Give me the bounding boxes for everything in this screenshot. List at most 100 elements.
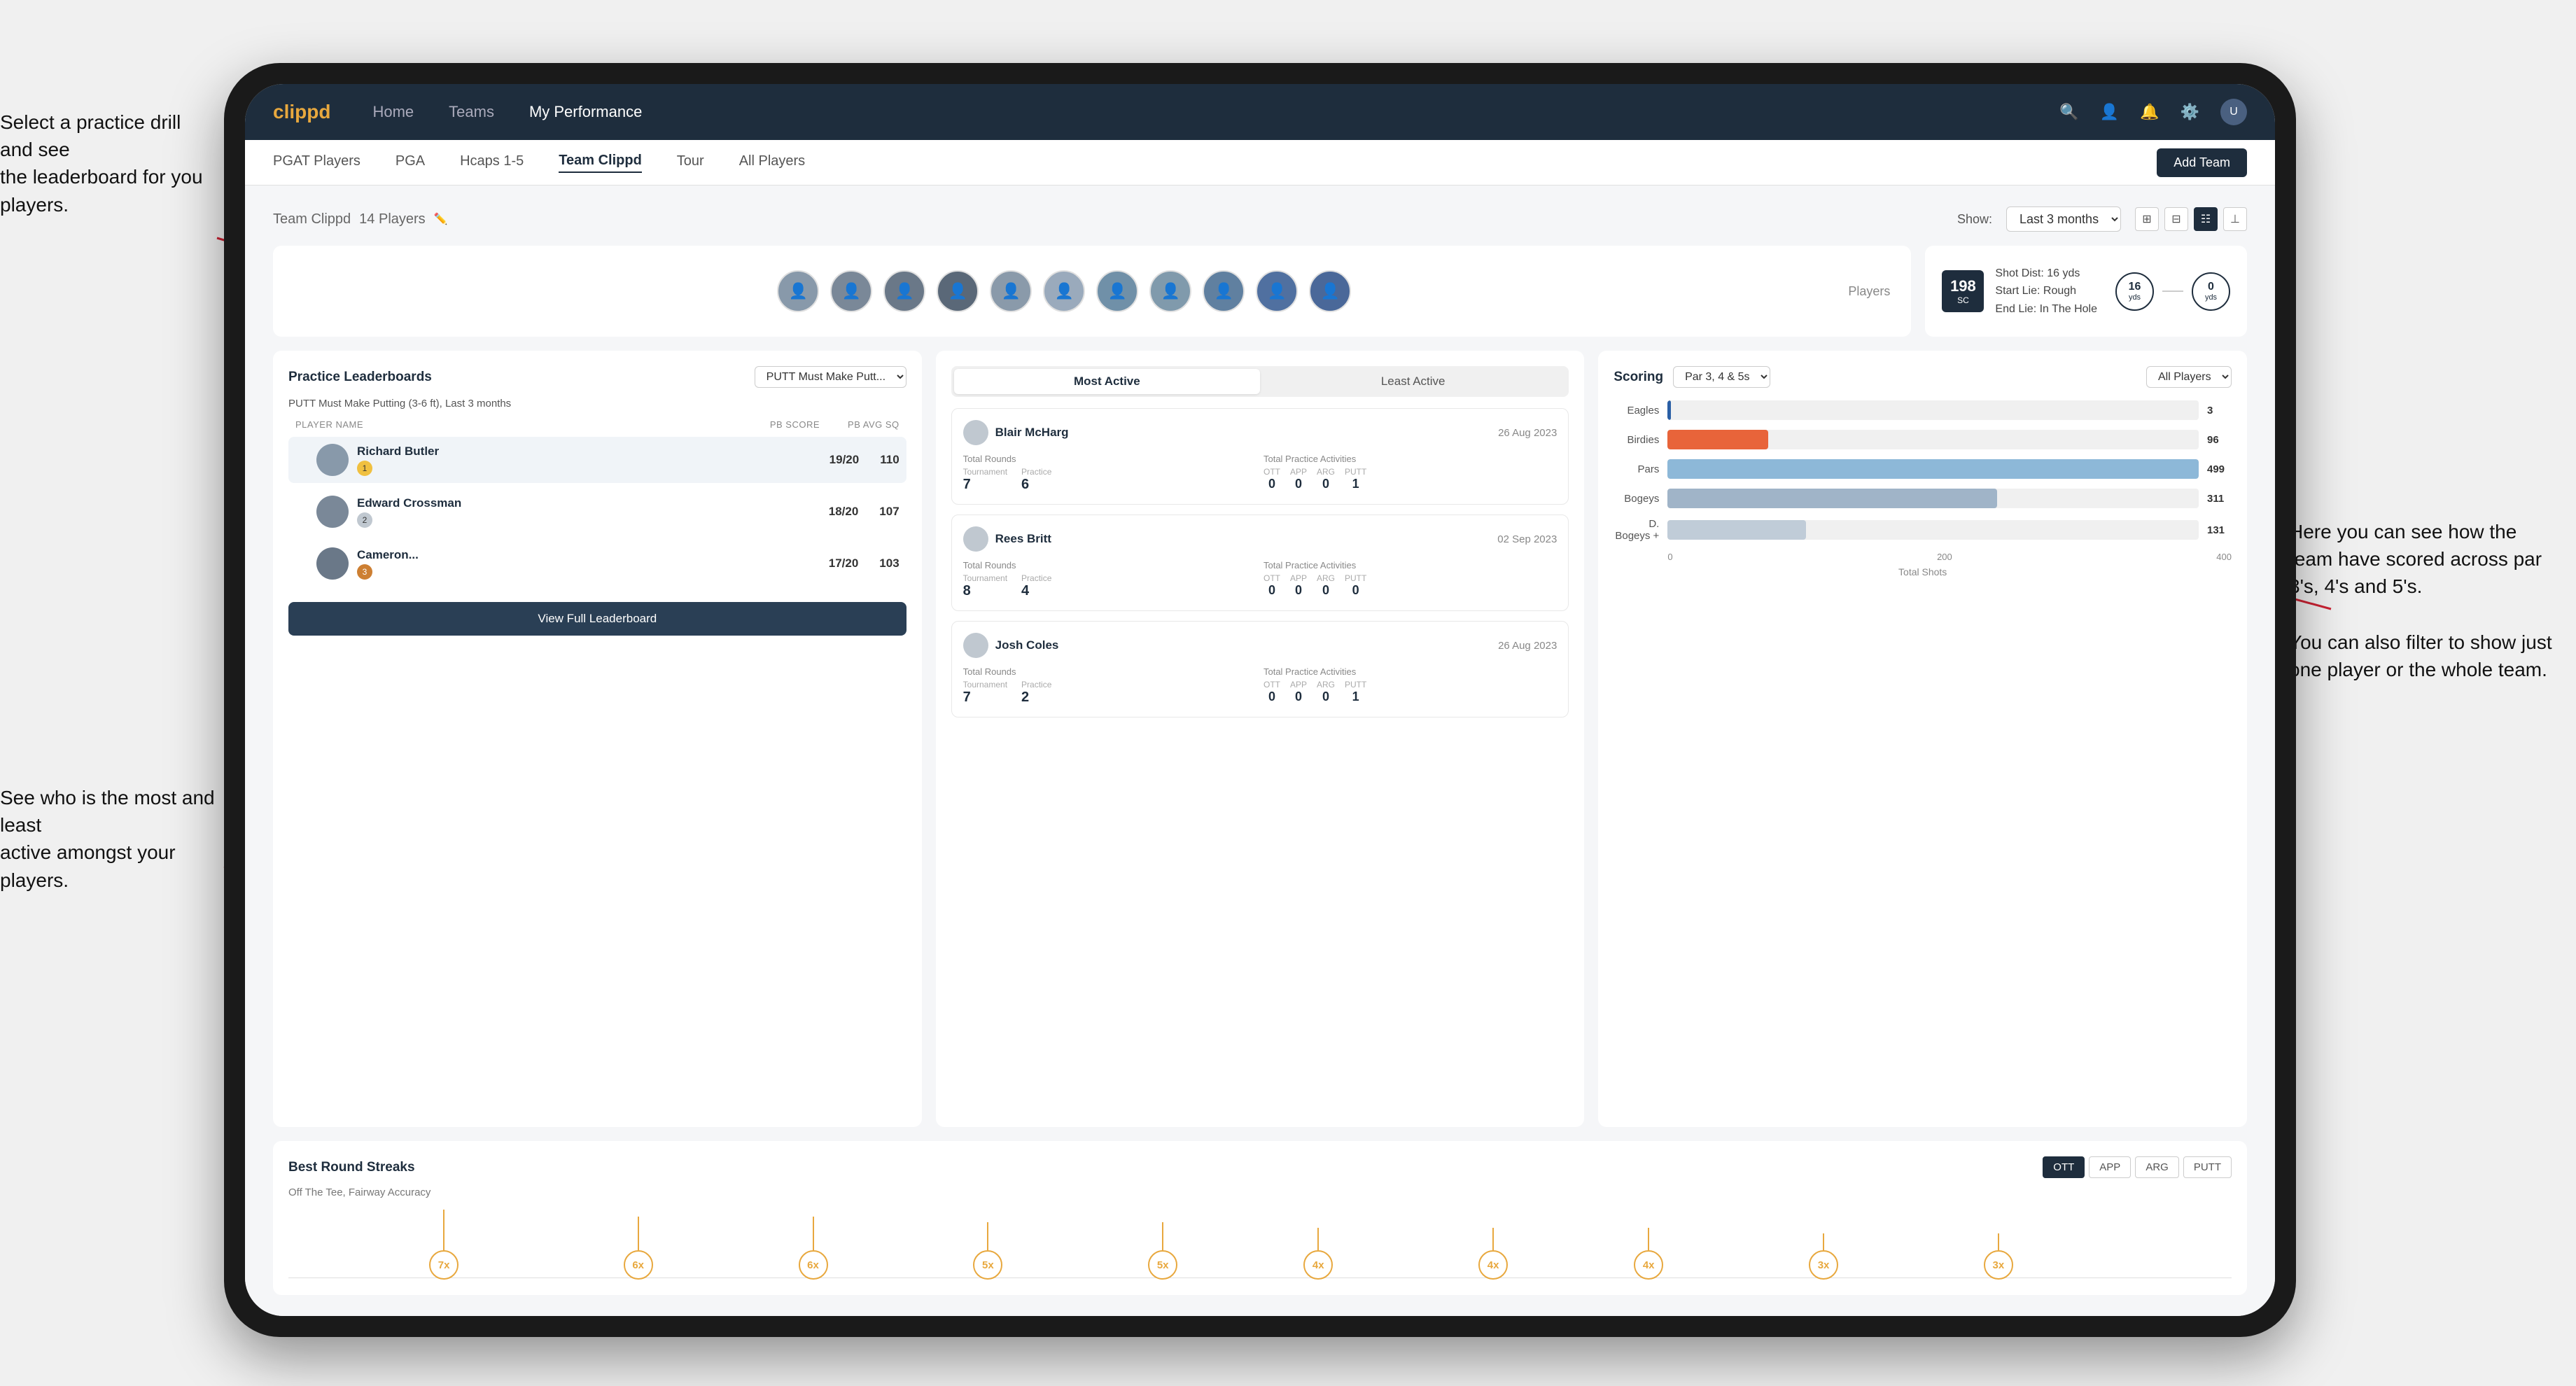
timeline-dot-8: 4x xyxy=(1634,1250,1663,1280)
subnav-pgat[interactable]: PGAT Players xyxy=(273,153,360,172)
grid-view-icon[interactable]: ⊞ xyxy=(2135,207,2159,231)
user-icon[interactable]: 👤 xyxy=(2100,103,2119,121)
lb-info-3: Cameron... 3 xyxy=(357,548,829,580)
subnav-all-players[interactable]: All Players xyxy=(739,153,805,172)
player-avatar-10[interactable]: 👤 xyxy=(1256,270,1298,312)
drill-subtitle: PUTT Must Make Putting (3-6 ft), Last 3 … xyxy=(288,398,906,410)
drill-select[interactable]: PUTT Must Make Putt... xyxy=(755,366,906,388)
nav-item-my-performance[interactable]: My Performance xyxy=(529,103,642,121)
player-avatar-4[interactable]: 👤 xyxy=(937,270,979,312)
lb-avatar-2 xyxy=(316,496,349,528)
annotation-right-bottom-text: You can also filter to show just one pla… xyxy=(2289,629,2555,683)
avatar[interactable]: U xyxy=(2220,99,2247,125)
pac-player-3: Josh Coles xyxy=(963,633,1059,658)
scoring-panel: Scoring Par 3, 4 & 5s All Players Eagles xyxy=(1598,351,2247,1127)
timeline-node-1: 7x xyxy=(429,1210,458,1280)
pac-total-practice-3: Total Practice Activities OTT 0 APP 0 xyxy=(1264,666,1557,706)
annotation-top-left-text: Select a practice drill and seethe leade… xyxy=(0,111,203,216)
players-label: Players xyxy=(1848,284,1890,299)
pac-total-rounds-3: Total Rounds Tournament 7 Practice 2 xyxy=(963,666,1256,706)
player-avatar-3[interactable]: 👤 xyxy=(883,270,925,312)
subnav-team-clippd[interactable]: Team Clippd xyxy=(559,153,642,173)
leaderboard-row[interactable]: Richard Butler 1 19/20 110 xyxy=(288,437,906,483)
nav-item-teams[interactable]: Teams xyxy=(449,103,494,121)
player-avatar-2[interactable]: 👤 xyxy=(830,270,872,312)
player-avatar-1[interactable]: 👤 xyxy=(777,270,819,312)
subnav: PGAT Players PGA Hcaps 1-5 Team Clippd T… xyxy=(245,140,2275,186)
pac-tournament-1: 7 xyxy=(963,477,1007,493)
subnav-pga[interactable]: PGA xyxy=(396,153,425,172)
chart-x-title: Total Shots xyxy=(1614,566,2232,578)
player-avatar-6[interactable]: 👤 xyxy=(1043,270,1085,312)
leaderboard-row[interactable]: Cameron... 3 17/20 103 xyxy=(288,540,906,587)
search-icon[interactable]: 🔍 xyxy=(2059,103,2078,121)
edit-icon[interactable]: ✏️ xyxy=(434,212,448,226)
circle2-label: yds xyxy=(2205,293,2217,302)
player-avatar-9[interactable]: 👤 xyxy=(1203,270,1245,312)
timeline-node-10: 3x xyxy=(1984,1233,2013,1280)
pac-practice-label-1: Total Practice Activities xyxy=(1264,454,1557,464)
pac-practice-label-2: Total Practice Activities xyxy=(1264,560,1557,570)
timeline-node-6: 4x xyxy=(1303,1228,1333,1280)
shot-divider xyxy=(2162,290,2183,292)
bell-icon[interactable]: 🔔 xyxy=(2140,103,2159,121)
player-avatar-8[interactable]: 👤 xyxy=(1149,270,1191,312)
lb-name-3: Cameron... xyxy=(357,548,829,562)
filter-putt-button[interactable]: PUTT xyxy=(2183,1156,2232,1178)
shot-number: 198 xyxy=(1950,277,1976,295)
shot-circle-1: 16 yds xyxy=(2115,272,2154,311)
settings-icon[interactable]: ⚙️ xyxy=(2180,103,2199,121)
timeline-line-5 xyxy=(1162,1222,1163,1250)
circle1-value: 16 xyxy=(2129,281,2141,293)
least-active-tab[interactable]: Least Active xyxy=(1260,369,1566,394)
pac-arg-2: ARG 0 xyxy=(1317,573,1335,598)
scoring-par-filter[interactable]: Par 3, 4 & 5s xyxy=(1673,366,1770,388)
timeline-line-7 xyxy=(1492,1228,1494,1250)
player-activity-card-2: Rees Britt 02 Sep 2023 Total Rounds Tour… xyxy=(951,514,1569,611)
chart-value-birdies: 96 xyxy=(2207,434,2232,446)
chart-row-dbogeys: D. Bogeys + 131 xyxy=(1614,518,2232,542)
timeline-dot-4: 5x xyxy=(973,1250,1002,1280)
main-content: Team Clippd 14 Players ✏️ Show: Last 3 m… xyxy=(245,186,2275,1316)
best-round-streaks-section: Best Round Streaks OTT APP ARG PUTT Off … xyxy=(273,1141,2247,1295)
filter-arg-button[interactable]: ARG xyxy=(2135,1156,2179,1178)
lb-badge-silver: 2 xyxy=(357,512,372,528)
pac-ott-3: OTT 0 xyxy=(1264,680,1280,704)
pac-app-1: APP 0 xyxy=(1290,467,1307,491)
leaderboard-row[interactable]: Edward Crossman 2 18/20 107 xyxy=(288,489,906,535)
pac-rounds-label-1: Total Rounds xyxy=(963,454,1256,464)
filter-ott-button[interactable]: OTT xyxy=(2043,1156,2085,1178)
team-name: Team Clippd xyxy=(273,211,351,227)
circle2-value: 0 xyxy=(2208,281,2214,293)
pac-arg-1: ARG 0 xyxy=(1317,467,1335,491)
most-active-tab[interactable]: Most Active xyxy=(954,369,1260,394)
add-team-button[interactable]: Add Team xyxy=(2157,148,2247,177)
player-avatar-5[interactable]: 👤 xyxy=(990,270,1032,312)
pac-date-2: 02 Sep 2023 xyxy=(1497,533,1557,545)
leaderboard-title: Practice Leaderboards xyxy=(288,370,432,385)
pac-app-val-3: 0 xyxy=(1290,690,1307,704)
view-full-leaderboard-button[interactable]: View Full Leaderboard xyxy=(288,602,906,636)
nav-item-home[interactable]: Home xyxy=(372,103,414,121)
player-avatar-7[interactable]: 👤 xyxy=(1096,270,1138,312)
filter-app-button[interactable]: APP xyxy=(2089,1156,2131,1178)
list-view-icon[interactable]: ⊟ xyxy=(2164,207,2188,231)
timeline-line-8 xyxy=(1648,1228,1649,1250)
show-select[interactable]: Last 3 months xyxy=(2006,206,2121,232)
scoring-player-filter[interactable]: All Players xyxy=(2146,366,2232,388)
timeline-line-6 xyxy=(1317,1228,1319,1250)
pac-total-rounds-1: Total Rounds Tournament 7 Practice 6 xyxy=(963,454,1256,493)
pac-player-2: Rees Britt xyxy=(963,526,1051,552)
pac-ott-val-2: 0 xyxy=(1264,583,1280,598)
lb-name-1: Richard Butler xyxy=(357,444,830,458)
activity-tabs: Most Active Least Active xyxy=(951,366,1569,397)
table-view-icon[interactable]: ⊥ xyxy=(2223,207,2247,231)
card-view-icon[interactable]: ☷ xyxy=(2194,207,2218,231)
subnav-hcaps[interactable]: Hcaps 1-5 xyxy=(460,153,524,172)
player-avatar-11[interactable]: 👤 xyxy=(1309,270,1351,312)
team-title: Team Clippd 14 Players ✏️ xyxy=(273,211,448,227)
lb-avatar-1 xyxy=(316,444,349,476)
pac-rounds-label-3: Total Rounds xyxy=(963,666,1256,677)
subnav-tour[interactable]: Tour xyxy=(677,153,704,172)
pac-stats-2: Total Rounds Tournament 8 Practice 4 xyxy=(963,560,1558,599)
